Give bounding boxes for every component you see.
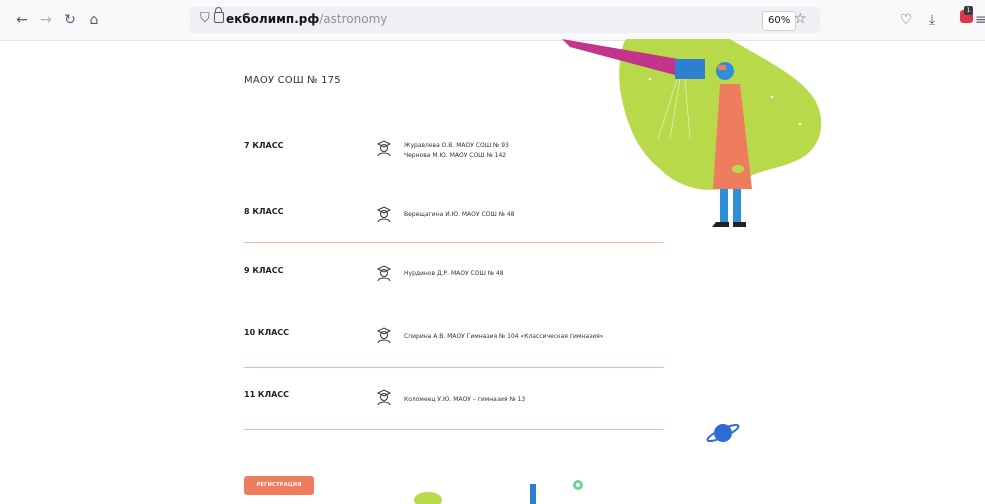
url-text[interactable]: екболимп.рф/astronomy (226, 12, 387, 26)
grade-label: 7 КЛАСС (244, 141, 284, 150)
home-icon[interactable]: ⌂ (86, 12, 102, 28)
teacher-list: Нурдинов Д.Р. МАОУ СОШ № 48 (404, 269, 504, 279)
browser-toolbar: ← → ↻ ⌂ ⛉ екболимп.рф/astronomy 60% ☆ ♡ … (0, 0, 985, 41)
forward-arrow-icon[interactable]: → (38, 12, 54, 28)
back-arrow-icon[interactable]: ← (14, 12, 30, 28)
school-title: МАОУ СОШ № 175 (244, 75, 341, 86)
grade-label: 11 КЛАСС (244, 390, 290, 399)
planet-icon (706, 423, 740, 443)
url-path: /astronomy (319, 12, 388, 26)
reload-icon[interactable]: ↻ (62, 12, 78, 28)
teacher-list: Спирина А.В. МАОУ Гимназия № 104 «Класси… (404, 332, 603, 342)
page-content: МАОУ СОШ № 175 7 КЛАСС Журавлева О.В. МА… (0, 39, 985, 504)
grade-label: 10 КЛАСС (244, 328, 290, 337)
downloads-icon[interactable]: ⤓ (924, 12, 940, 28)
teacher-icon (376, 265, 392, 282)
lock-icon[interactable] (214, 7, 224, 23)
teacher-name: Коломеец У.Ю. МАОУ – гимназия № 13 (404, 396, 526, 403)
tracking-shield-icon[interactable]: ⛉ (200, 11, 210, 26)
teacher-icon (376, 389, 392, 406)
teacher-name: Верещагина И.Ю. МАОУ СОШ № 48 (404, 211, 515, 218)
teacher-list: Коломеец У.Ю. МАОУ – гимназия № 13 (404, 395, 525, 405)
address-bar[interactable]: ⛉ екболимп.рф/astronomy 60% ☆ (190, 7, 820, 33)
teacher-list: Журавлева О.В. МАОУ СОШ № 93 Чернова М.Ю… (404, 141, 509, 161)
pocket-icon[interactable]: ♡ (898, 12, 914, 28)
teacher-name: Нурдинов Д.Р. МАОУ СОШ № 48 (404, 270, 504, 277)
url-domain: екболимп.рф (226, 12, 320, 26)
teacher-name: Журавлева О.В. МАОУ СОШ № 93 (404, 142, 509, 149)
zoom-level-button[interactable]: 60% (762, 11, 797, 31)
teacher-name: Спирина А.В. МАОУ Гимназия № 104 «Класси… (404, 333, 604, 340)
register-button[interactable]: РЕГИСТРАЦИЯ (244, 476, 314, 495)
bottom-decoration (414, 480, 583, 504)
menu-icon[interactable]: ≡ (975, 12, 985, 28)
row-divider (244, 429, 664, 430)
teacher-list: Верещагина И.Ю. МАОУ СОШ № 48 (404, 210, 514, 220)
grade-label: 8 КЛАСС (244, 207, 284, 216)
extension-badge-count: 1 (964, 6, 973, 15)
grade-label: 9 КЛАСС (244, 266, 284, 275)
row-divider (244, 367, 664, 368)
astronomer-illustration (562, 39, 822, 227)
teacher-icon (376, 327, 392, 344)
teacher-icon (376, 206, 392, 223)
teacher-icon (376, 140, 392, 157)
row-divider (244, 242, 664, 243)
bookmark-star-icon[interactable]: ☆ (794, 11, 807, 27)
teacher-name: Чернова М.Ю. МАОУ СОШ № 142 (404, 152, 507, 159)
